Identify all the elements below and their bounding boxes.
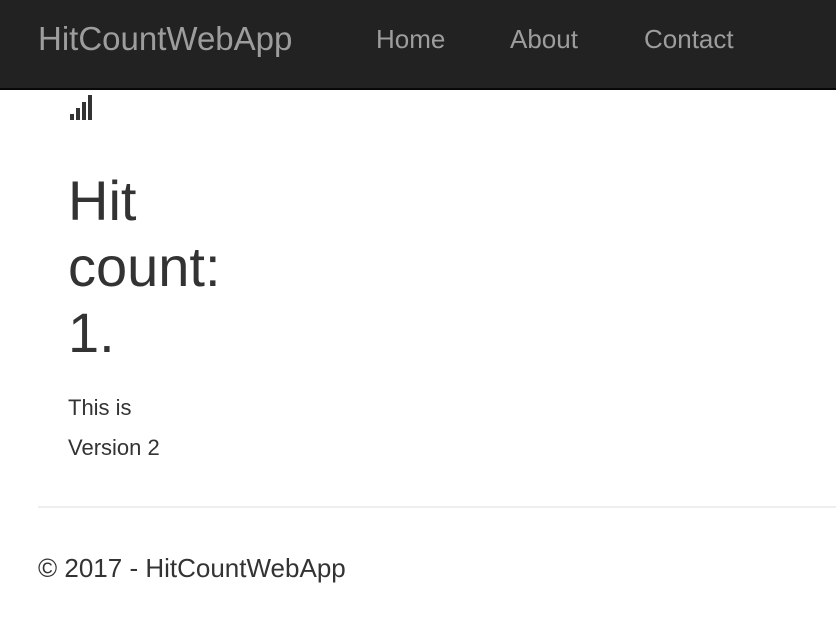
nav-link-home[interactable]: Home bbox=[376, 22, 445, 56]
brand-link[interactable]: HitCountWebApp bbox=[38, 19, 292, 59]
signal-bars-icon bbox=[70, 93, 98, 121]
nav-link-contact[interactable]: Contact bbox=[644, 22, 734, 56]
footer-divider bbox=[38, 506, 836, 508]
footer-copyright: © 2017 - HitCountWebApp bbox=[38, 553, 346, 583]
signal-bars-svg bbox=[70, 95, 92, 120]
top-navbar: HitCountWebApp Home About Contact bbox=[0, 0, 836, 90]
nav-link-about[interactable]: About bbox=[510, 22, 578, 56]
version-text: This is Version 2 bbox=[68, 395, 160, 460]
hit-count-heading: Hit count: 1. bbox=[68, 169, 221, 364]
